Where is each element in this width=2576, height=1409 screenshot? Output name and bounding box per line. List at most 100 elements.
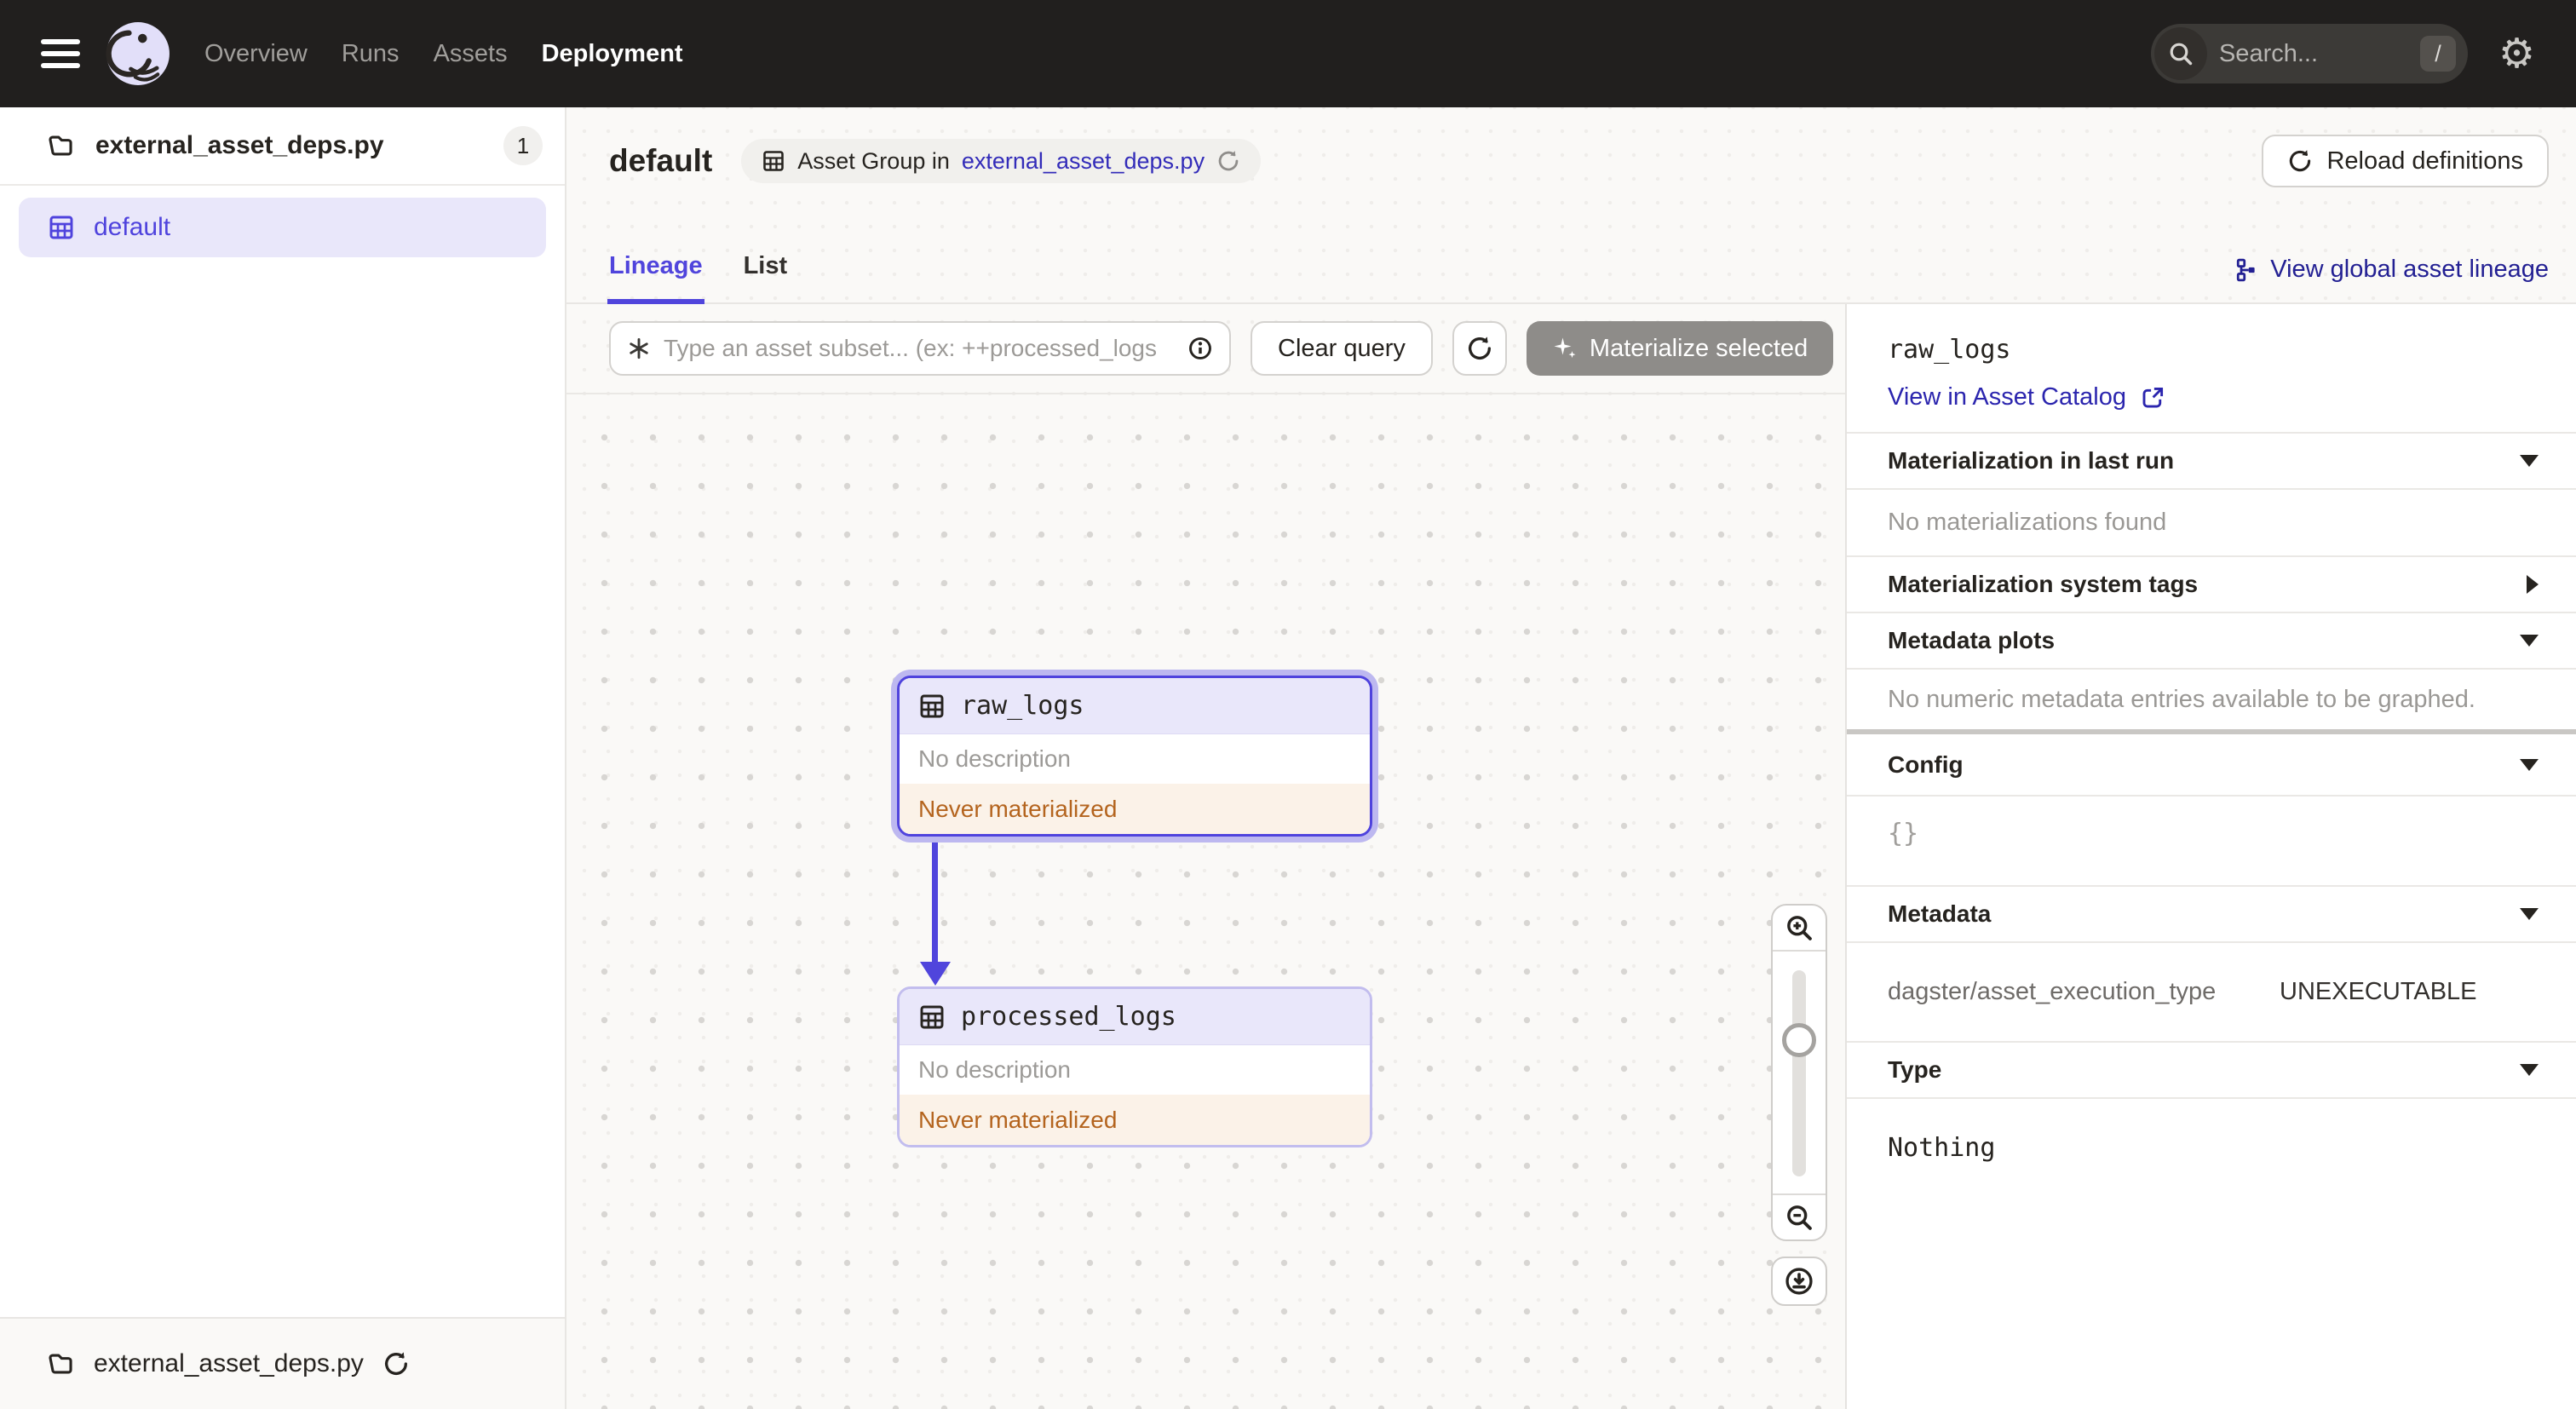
type-value: Nothing: [1847, 1097, 2576, 1409]
asset-node-status: Never materialized: [900, 784, 1370, 834]
zoom-controls: [1771, 904, 1827, 1241]
breadcrumb: Asset Group in external_asset_deps.py: [741, 139, 1262, 183]
asset-table-icon: [918, 693, 946, 720]
chevron-down-icon: [2520, 635, 2539, 647]
reload-definitions-button[interactable]: Reload definitions: [2262, 135, 2549, 187]
breadcrumb-text: Asset Group in: [797, 147, 950, 174]
section-label: Metadata: [1888, 900, 1992, 927]
tab-list[interactable]: List: [744, 252, 788, 302]
footer-code-location-name: external_asset_deps.py: [94, 1349, 364, 1377]
nav-item-runs[interactable]: Runs: [342, 40, 400, 68]
sidebar-code-location[interactable]: external_asset_deps.py 1: [0, 107, 565, 186]
asset-group-icon: [762, 149, 785, 173]
refresh-graph-button[interactable]: [1452, 321, 1507, 376]
view-global-asset-lineage-link[interactable]: View global asset lineage: [2233, 256, 2549, 302]
lineage-graph-icon: [2233, 257, 2258, 283]
nav-links: Overview Runs Assets Deployment: [204, 40, 683, 68]
asset-subset-input-wrap: [609, 321, 1231, 376]
search-input[interactable]: [2218, 39, 2420, 68]
chevron-down-icon: [2520, 758, 2539, 771]
tab-lineage[interactable]: Lineage: [607, 252, 704, 304]
nav-item-deployment[interactable]: Deployment: [542, 40, 683, 68]
info-icon[interactable]: [1187, 335, 1214, 362]
search-shortcut-badge: /: [2419, 36, 2456, 72]
dagster-logo[interactable]: [106, 21, 170, 86]
section-materialization-last-run[interactable]: Materialization in last run: [1847, 432, 2576, 488]
clear-query-button[interactable]: Clear query: [1251, 321, 1433, 376]
download-graph-button[interactable]: [1771, 1257, 1827, 1306]
tabs-bar: Lineage List View global asset lineage: [566, 239, 2576, 304]
asset-node-description: No description: [918, 1056, 1071, 1083]
chevron-down-icon: [2520, 455, 2539, 467]
reload-location-icon[interactable]: [382, 1350, 410, 1377]
refresh-icon[interactable]: [1216, 149, 1240, 173]
asset-group-icon: [48, 214, 75, 241]
view-in-asset-catalog-label: View in Asset Catalog: [1888, 383, 2126, 411]
metadata-value: UNEXECUTABLE: [2280, 978, 2477, 1005]
asset-node-name: raw_logs: [961, 691, 1084, 721]
zoom-slider-track[interactable]: [1792, 970, 1806, 1176]
section-type[interactable]: Type: [1847, 1041, 2576, 1097]
view-global-asset-lineage-label: View global asset lineage: [2270, 256, 2549, 283]
section-metadata-plots[interactable]: Metadata plots: [1847, 612, 2576, 668]
materialize-selected-button[interactable]: Materialize selected: [1526, 321, 1834, 376]
page-header: default Asset Group in external_asset_de…: [566, 107, 2576, 304]
section-label: Materialization in last run: [1888, 447, 2175, 474]
sparkle-icon: [1552, 336, 1578, 361]
nav-item-overview[interactable]: Overview: [204, 40, 308, 68]
hamburger-menu-icon[interactable]: [41, 39, 80, 68]
sidebar-footer: external_asset_deps.py: [0, 1317, 565, 1409]
metadata-key: dagster/asset_execution_type: [1888, 978, 2217, 1005]
zoom-in-button[interactable]: [1773, 906, 1826, 952]
top-nav: Overview Runs Assets Deployment / ⚙: [0, 0, 2576, 107]
lineage-graph-area: Clear query Materialize selected: [566, 304, 1845, 1409]
lineage-edge-arrowhead: [920, 962, 951, 986]
asset-node-raw-logs[interactable]: raw_logs No description Never materializ…: [897, 676, 1372, 837]
asset-node-processed-logs[interactable]: processed_logs No description Never mate…: [897, 986, 1372, 1147]
section-metadata[interactable]: Metadata: [1847, 885, 2576, 941]
asset-node-name: processed_logs: [961, 1002, 1176, 1032]
asset-table-icon: [918, 1004, 946, 1031]
section-label: Config: [1888, 751, 1964, 778]
sidebar-item-label: default: [94, 213, 171, 241]
section-label: Materialization system tags: [1888, 571, 2199, 597]
config-value: {}: [1847, 795, 2576, 885]
reload-definitions-label: Reload definitions: [2326, 147, 2523, 175]
graph-toolbar: Clear query Materialize selected: [566, 304, 1845, 394]
external-link-icon: [2140, 385, 2165, 411]
refresh-icon: [2287, 148, 2313, 174]
section-label: Type: [1888, 1056, 1942, 1083]
page-title: default: [609, 143, 713, 178]
section-label: Metadata plots: [1888, 627, 2056, 653]
zoom-slider-handle[interactable]: [1782, 1023, 1816, 1057]
asset-details-panel: raw_logs View in Asset Catalog Materiali…: [1845, 304, 2576, 1409]
chevron-right-icon: [2527, 575, 2539, 594]
global-search[interactable]: /: [2150, 24, 2468, 83]
view-in-asset-catalog-link[interactable]: View in Asset Catalog: [1888, 383, 2165, 411]
lineage-edge: [932, 837, 938, 966]
asset-subset-input[interactable]: [664, 335, 1175, 362]
last-run-empty-text: No materializations found: [1847, 488, 2576, 555]
panel-asset-name: raw_logs: [1888, 335, 2011, 365]
code-location-sidebar: external_asset_deps.py 1 default externa…: [0, 107, 566, 1409]
folder-icon: [46, 131, 75, 160]
metadata-row: dagster/asset_execution_type UNEXECUTABL…: [1847, 941, 2576, 1041]
nav-item-assets[interactable]: Assets: [434, 40, 508, 68]
chevron-down-icon: [2520, 908, 2539, 920]
zoom-out-button[interactable]: [1773, 1193, 1826, 1239]
graph-canvas[interactable]: raw_logs No description Never materializ…: [566, 394, 1845, 1409]
breadcrumb-code-location-link[interactable]: external_asset_deps.py: [962, 148, 1205, 175]
op-selector-icon: [626, 336, 652, 361]
gear-icon[interactable]: ⚙: [2498, 33, 2535, 74]
section-materialization-system-tags[interactable]: Materialization system tags: [1847, 555, 2576, 612]
chevron-down-icon: [2520, 1064, 2539, 1076]
main-area: default Asset Group in external_asset_de…: [566, 107, 2576, 1409]
search-icon: [2153, 27, 2207, 80]
folder-icon: [46, 1349, 75, 1378]
dagster-app: Overview Runs Assets Deployment / ⚙ exte…: [0, 0, 2576, 1409]
materialize-selected-label: Materialize selected: [1589, 334, 1808, 362]
code-location-name: external_asset_deps.py: [95, 131, 384, 159]
section-config[interactable]: Config: [1847, 734, 2576, 795]
zoom-slider: [1773, 952, 1826, 1193]
sidebar-item-default-group[interactable]: default: [19, 198, 546, 257]
